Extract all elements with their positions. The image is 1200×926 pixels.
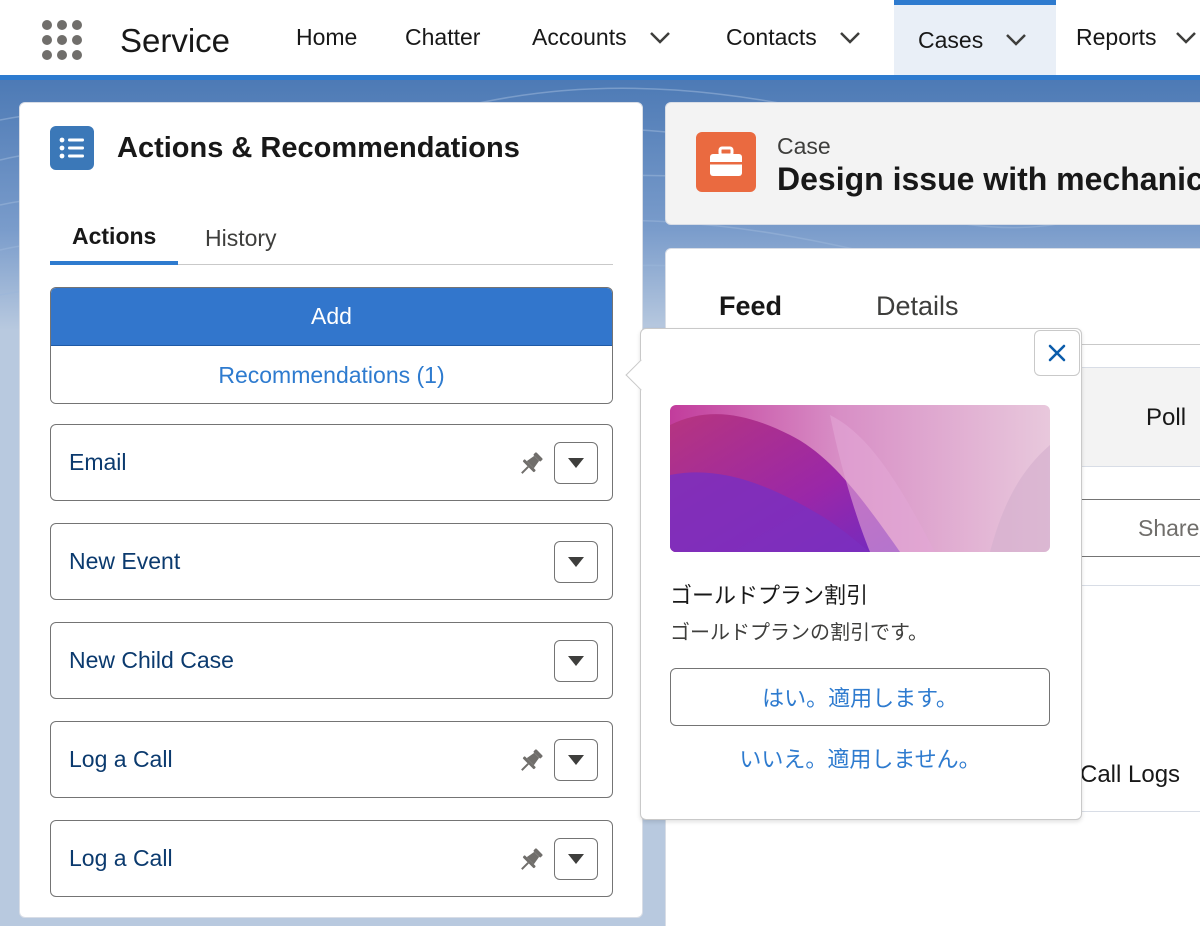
action-menu-button[interactable] (554, 541, 598, 583)
action-menu-button[interactable] (554, 442, 598, 484)
panel-tabs: Actions History (50, 211, 613, 265)
app-name: Service (120, 22, 231, 59)
caret-down-icon (568, 458, 584, 468)
nav-item-label: Home (296, 24, 358, 50)
poll-label: Poll (1146, 404, 1187, 431)
record-type-label: Case (777, 133, 831, 159)
close-button[interactable] (1034, 330, 1080, 376)
action-label: New Child Case (69, 647, 234, 673)
tab-label: Actions (72, 222, 157, 249)
recommendation-title: ゴールドプラン割引 (670, 583, 869, 608)
caret-down-icon (568, 557, 584, 567)
recommendation-image (670, 405, 1050, 552)
tab-label: History (205, 224, 277, 251)
case-record-header: Case Design issue with mechanic (665, 102, 1200, 225)
close-icon (1048, 344, 1066, 362)
app-launcher-icon[interactable] (42, 20, 82, 60)
nav-item-contacts[interactable]: Contacts (726, 0, 861, 75)
caret-down-icon (568, 755, 584, 765)
caret-down-icon (568, 854, 584, 864)
pin-icon[interactable] (516, 845, 546, 875)
recommendation-description: ゴールドプランの割引です。 (670, 622, 928, 644)
pin-icon[interactable] (516, 449, 546, 479)
add-button-group: Add Recommendations (1) (50, 287, 613, 404)
tab-actions[interactable]: Actions (50, 211, 179, 265)
list-icon (50, 126, 94, 170)
action-item-email[interactable]: Email (50, 424, 613, 501)
reject-recommendation-link[interactable]: いいえ。適用しません。 (670, 740, 1050, 776)
nav-item-label: Contacts (726, 24, 817, 50)
share-label: Share (1138, 515, 1200, 541)
action-label: Log a Call (69, 845, 173, 871)
nav-item-home[interactable]: Home (296, 0, 357, 75)
action-item-new-child-case[interactable]: New Child Case (50, 622, 613, 699)
nav-item-label: Cases (918, 26, 984, 53)
actions-recommendations-panel: Actions & Recommendations Actions Histor… (19, 102, 643, 918)
chevron-down-icon[interactable] (1005, 33, 1027, 47)
chevron-down-icon[interactable] (649, 31, 671, 45)
pin-icon[interactable] (516, 746, 546, 776)
action-item-log-a-call[interactable]: Log a Call (50, 820, 613, 897)
action-label: Email (69, 449, 127, 475)
nav-item-cases[interactable]: Cases (894, 0, 1056, 75)
action-item-log-a-call[interactable]: Log a Call (50, 721, 613, 798)
global-navigation: Service Home Chatter Accounts Contacts C… (0, 0, 1200, 80)
action-label: Log a Call (69, 746, 173, 772)
chevron-down-icon[interactable] (839, 31, 861, 45)
call-logs-filter[interactable]: Call Logs (1080, 761, 1180, 789)
action-menu-button[interactable] (554, 838, 598, 880)
nav-item-accounts[interactable]: Accounts (532, 0, 671, 75)
add-button[interactable]: Add (51, 288, 612, 346)
tab-feed[interactable]: Feed (719, 291, 782, 322)
divider (1076, 585, 1200, 586)
recommendations-button[interactable]: Recommendations (1) (51, 346, 612, 403)
briefcase-icon (696, 132, 756, 192)
action-item-new-event[interactable]: New Event (50, 523, 613, 600)
tab-history[interactable]: History (205, 211, 277, 265)
action-menu-button[interactable] (554, 739, 598, 781)
record-title: Design issue with mechanic (777, 161, 1200, 197)
caret-down-icon (568, 656, 584, 666)
action-menu-button[interactable] (554, 640, 598, 682)
action-label: New Event (69, 548, 181, 574)
nav-item-label: Accounts (532, 24, 627, 50)
chevron-down-icon[interactable] (1175, 31, 1197, 45)
panel-title: Actions & Recommendations (117, 132, 520, 164)
accept-recommendation-button[interactable]: はい。適用します。 (670, 668, 1050, 726)
tab-details[interactable]: Details (876, 291, 959, 322)
nav-item-chatter[interactable]: Chatter (405, 0, 480, 75)
nav-item-label: Chatter (405, 24, 481, 50)
nav-item-reports[interactable]: Reports (1076, 0, 1197, 75)
nav-item-label: Reports (1076, 24, 1157, 50)
